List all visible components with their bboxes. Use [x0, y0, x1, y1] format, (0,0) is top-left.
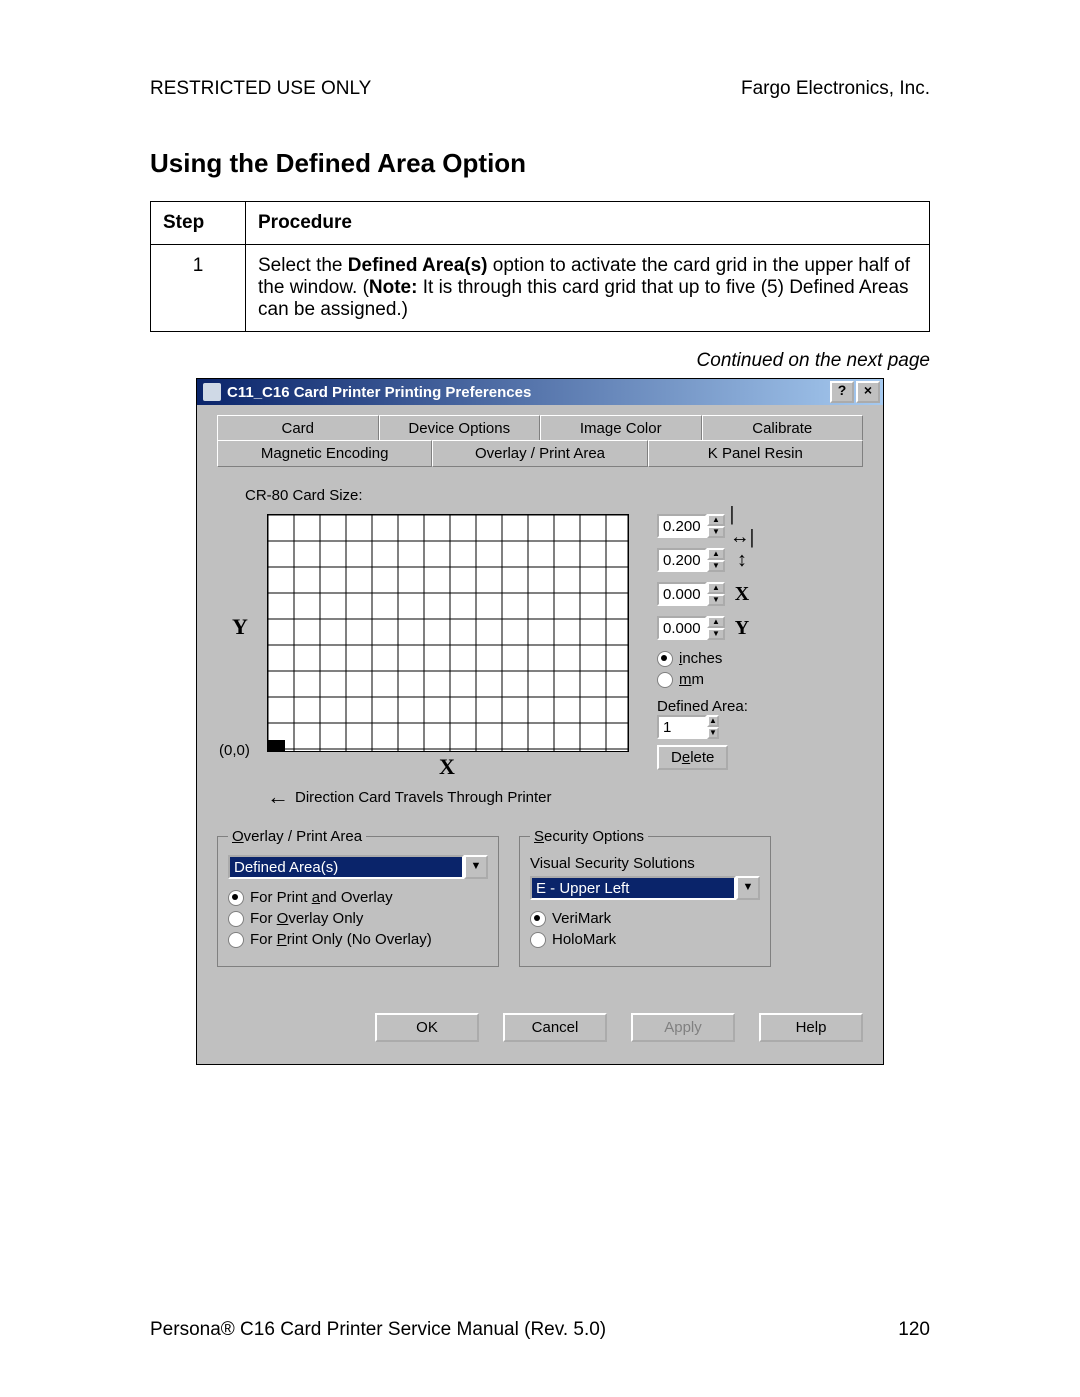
units-mm[interactable]: mm — [657, 671, 753, 688]
width-input[interactable] — [657, 514, 707, 538]
defined-area-marker[interactable] — [267, 740, 285, 752]
footer-page-number: 120 — [898, 1319, 930, 1341]
help-button[interactable]: ? — [830, 381, 854, 403]
preferences-dialog: C11_C16 Card Printer Printing Preference… — [196, 378, 884, 1065]
step-procedure: Select the Defined Area(s) option to act… — [246, 245, 930, 332]
step-number: 1 — [151, 245, 246, 332]
card-size-label: CR-80 Card Size: — [245, 487, 863, 504]
tab-calibrate[interactable]: Calibrate — [702, 415, 864, 441]
vss-combo[interactable]: E - Upper Left ▼ — [530, 876, 760, 900]
direction-label: Direction Card Travels Through Printer — [295, 789, 552, 806]
footer-manual: Persona® C16 Card Printer Service Manual… — [150, 1319, 606, 1341]
security-options-group: Security Options Visual Security Solutio… — [519, 828, 771, 967]
y-axis-label: Y — [232, 614, 248, 640]
chevron-down-icon[interactable]: ▼ — [736, 876, 760, 900]
security-legend: Security Options — [530, 828, 648, 845]
radio-dot-icon — [657, 651, 673, 667]
radio-dot-icon — [657, 672, 673, 688]
tab-overlay-print-area[interactable]: Overlay / Print Area — [432, 440, 647, 467]
col-procedure: Procedure — [246, 202, 930, 245]
x-up[interactable]: ▲ — [707, 582, 725, 594]
delete-button[interactable]: Delete — [657, 745, 728, 770]
y-input[interactable] — [657, 616, 707, 640]
defined-area-down[interactable]: ▼ — [707, 727, 719, 739]
tab-magnetic-encoding[interactable]: Magnetic Encoding — [217, 440, 432, 467]
height-up[interactable]: ▲ — [707, 548, 725, 560]
header-left: RESTRICTED USE ONLY — [150, 78, 371, 100]
tab-card[interactable]: Card — [217, 415, 379, 441]
tab-strip: Card Device Options Image Color Calibrat… — [217, 415, 863, 467]
radio-verimark[interactable]: VeriMark — [530, 910, 760, 927]
section-heading: Using the Defined Area Option — [150, 148, 930, 179]
chevron-down-icon[interactable]: ▼ — [464, 855, 488, 879]
ok-button[interactable]: OK — [375, 1013, 479, 1042]
radio-dot-icon — [228, 890, 244, 906]
tab-device-options[interactable]: Device Options — [379, 415, 541, 441]
radio-print-and-overlay[interactable]: For Print and Overlay — [228, 889, 488, 906]
window-title: C11_C16 Card Printer Printing Preference… — [227, 384, 828, 401]
defined-area-label: Defined Area: — [657, 698, 753, 715]
height-down[interactable]: ▼ — [707, 560, 725, 572]
close-button[interactable]: × — [856, 381, 880, 403]
procedure-table: Step Procedure 1 Select the Defined Area… — [150, 201, 930, 332]
width-up[interactable]: ▲ — [707, 514, 725, 526]
x-down[interactable]: ▼ — [707, 594, 725, 606]
y-up[interactable]: ▲ — [707, 616, 725, 628]
radio-dot-icon — [530, 911, 546, 927]
x-dim-icon: X — [731, 583, 753, 605]
radio-print-only[interactable]: For Print Only (No Overlay) — [228, 931, 488, 948]
tab-k-panel-resin[interactable]: K Panel Resin — [648, 440, 863, 467]
height-icon: ↕ — [731, 549, 753, 571]
overlay-legend: Overlay / Print Area — [228, 828, 366, 845]
app-icon — [203, 383, 221, 401]
radio-dot-icon — [228, 911, 244, 927]
card-grid[interactable] — [267, 514, 629, 752]
radio-dot-icon — [228, 932, 244, 948]
height-input[interactable] — [657, 548, 707, 572]
width-icon: |↔| — [731, 515, 753, 537]
grid-lines-icon — [268, 515, 628, 751]
header-right: Fargo Electronics, Inc. — [741, 78, 930, 100]
overlay-print-area-group: Overlay / Print Area Defined Area(s) ▼ F… — [217, 828, 499, 967]
defined-area-input[interactable] — [657, 715, 707, 739]
radio-overlay-only[interactable]: For Overlay Only — [228, 910, 488, 927]
origin-label: (0,0) — [219, 742, 250, 759]
tab-image-color[interactable]: Image Color — [540, 415, 702, 441]
help-button[interactable]: Help — [759, 1013, 863, 1042]
vss-label: Visual Security Solutions — [530, 855, 760, 872]
col-step: Step — [151, 202, 246, 245]
overlay-mode-combo[interactable]: Defined Area(s) ▼ — [228, 855, 488, 879]
cancel-button[interactable]: Cancel — [503, 1013, 607, 1042]
y-dim-icon: Y — [731, 617, 753, 639]
titlebar[interactable]: C11_C16 Card Printer Printing Preference… — [197, 379, 883, 405]
width-down[interactable]: ▼ — [707, 526, 725, 538]
x-input[interactable] — [657, 582, 707, 606]
defined-area-up[interactable]: ▲ — [707, 715, 719, 727]
continued-note: Continued on the next page — [150, 350, 930, 372]
x-axis-label: X — [267, 754, 627, 780]
radio-holomark[interactable]: HoloMark — [530, 931, 760, 948]
units-inches[interactable]: inches — [657, 650, 753, 667]
apply-button[interactable]: Apply — [631, 1013, 735, 1042]
radio-dot-icon — [530, 932, 546, 948]
y-down[interactable]: ▼ — [707, 628, 725, 640]
arrow-left-icon: ← — [267, 784, 289, 810]
